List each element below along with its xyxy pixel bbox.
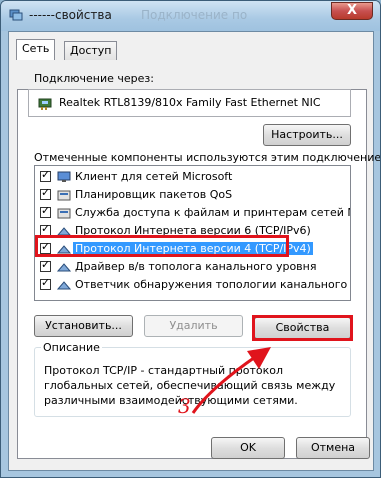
component-checkbox[interactable]: ✓ [40,186,51,200]
tab-sharing[interactable]: Доступ [64,41,118,60]
tab-network-label: Сеть [22,42,50,55]
service-icon [57,208,71,219]
component-checkbox[interactable]: ✓ [40,258,51,272]
title-bar[interactable]: ------свойства Подключение по X [1,1,380,31]
service-icon [57,190,71,201]
step-number-annotation: 3 [178,394,191,418]
component-label: Драйвер в/в тополога канального уровня [75,260,317,273]
component-item[interactable]: ✓ Планировщик пакетов QoS [35,186,350,204]
ok-button-label: OK [240,441,256,454]
tab-network[interactable]: Сеть [16,39,56,60]
checkmark-icon: ✓ [41,186,51,199]
network-connection-icon [9,9,23,21]
components-list[interactable]: ✓ Клиент для сетей Microsoft ✓ Планировщ… [34,165,351,301]
network-adapter-icon [38,98,52,110]
description-label: Описание [41,341,102,354]
ok-button[interactable]: OK [211,437,285,459]
component-checkbox[interactable]: ✓ [40,204,51,218]
install-button[interactable]: Установить... [34,315,133,337]
client-icon [57,171,71,182]
close-icon: X [346,3,358,18]
component-label: Ответчик обнаружения топологии канальног… [75,278,350,291]
adapter-field: Realtek RTL8139/810x Family Fast Etherne… [28,89,351,117]
connect-using-label: Подключение через: [34,72,154,85]
protocol-icon [57,281,71,290]
cancel-button[interactable]: Отмена [296,437,370,459]
checkmark-icon: ✓ [41,222,51,235]
component-label: Служба доступа к файлам и принтерам сете… [75,206,350,219]
remove-button[interactable]: Удалить [144,315,243,337]
component-item[interactable]: ✓ Служба доступа к файлам и принтерам се… [35,204,350,222]
component-item[interactable]: ✓ Клиент для сетей Microsoft [35,168,350,186]
cancel-button-label: Отмена [310,441,356,454]
highlight-properties-annotation [252,315,353,341]
component-checkbox[interactable]: ✓ [40,276,51,290]
protocol-icon [57,263,71,272]
configure-button-label: Настроить... [271,128,343,141]
component-label: Планировщик пакетов QoS [75,188,233,201]
window-title-background: Подключение по [141,8,248,22]
component-label: Клиент для сетей Microsoft [75,170,233,183]
component-item[interactable]: ✓ Ответчик обнаружения топологии канальн… [35,276,350,294]
components-label: Отмеченные компоненты используются этим … [34,151,381,164]
remove-button-label: Удалить [169,319,218,332]
tab-sharing-label: Доступ [70,44,112,57]
checkmark-icon: ✓ [41,168,51,181]
properties-window: ------свойства Подключение по X Сеть Дос… [0,0,381,478]
close-button[interactable]: X [331,2,373,20]
configure-button[interactable]: Настроить... [263,124,351,146]
component-checkbox[interactable]: ✓ [40,168,51,182]
install-button-label: Установить... [45,319,122,332]
adapter-name: Realtek RTL8139/810x Family Fast Etherne… [59,96,321,109]
checkmark-icon: ✓ [41,204,51,217]
arrow-annotation-icon [191,347,271,414]
checkmark-icon: ✓ [41,276,51,289]
component-item[interactable]: ✓ Драйвер в/в тополога канального уровня [35,258,350,276]
checkmark-icon: ✓ [41,258,51,271]
highlight-ipv4-annotation [35,235,289,257]
window-title: ------свойства [29,8,112,22]
